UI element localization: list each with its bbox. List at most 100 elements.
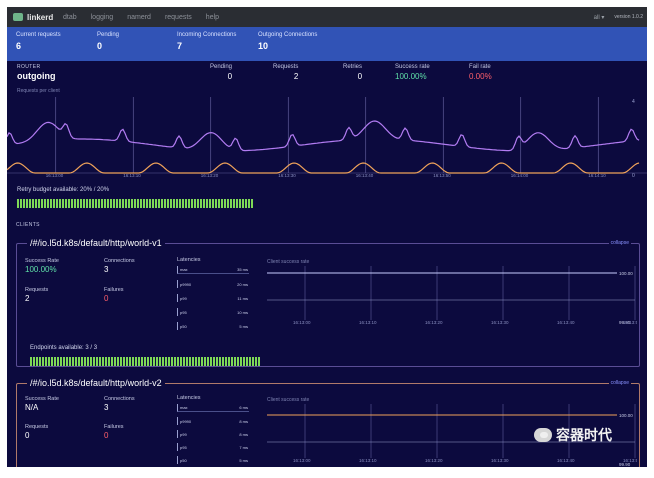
chart-tick-label: 16:13:30 xyxy=(491,320,509,325)
stat-value: 7 xyxy=(177,41,183,51)
chart-tick-label: 16:13:10 xyxy=(123,173,141,178)
bar-segment xyxy=(41,199,43,208)
latency-key: p95 xyxy=(180,309,187,315)
chart-tick-labels: 16:13:00 16:13:10 16:13:20 16:13:30 16:13:40… xyxy=(293,458,637,463)
bar-segment xyxy=(156,357,158,366)
nav-item-help[interactable]: help xyxy=(206,14,219,21)
bar-segment xyxy=(251,199,253,208)
bar-segment xyxy=(122,199,124,208)
latency-key: max xyxy=(180,405,188,410)
chevron-down-icon: ▾ xyxy=(601,14,605,21)
stat-value: 100.00% xyxy=(395,72,427,81)
requests-metric: Requests 0 xyxy=(25,424,48,440)
chart-tick-label: 16:13:50 xyxy=(623,458,637,463)
chart-tick-label: 16:13:30 xyxy=(491,458,509,463)
nav-item-namerd[interactable]: namerd xyxy=(127,14,151,21)
bar-segment xyxy=(146,199,148,208)
stat-value: 0 xyxy=(357,72,363,81)
metric-label: Connections xyxy=(104,258,135,264)
bar-segment xyxy=(120,357,122,366)
bar-segment xyxy=(36,357,38,366)
endpoints-bar-fill xyxy=(30,357,260,366)
router-section: ROUTER outgoing Pending 0 Requests 2 Ret… xyxy=(7,61,647,85)
success-rate-metric: Success Rate 100.00% xyxy=(25,258,59,274)
nav-item-logging[interactable]: logging xyxy=(91,14,114,21)
bar-segment xyxy=(209,199,211,208)
bar-segment xyxy=(113,199,115,208)
bar-segment xyxy=(60,357,62,366)
collapse-button[interactable]: collapse xyxy=(608,240,631,246)
bar-segment xyxy=(101,199,103,208)
bar-segment xyxy=(249,357,251,366)
bar-segment xyxy=(252,357,254,366)
failures-metric: Failures 0 xyxy=(104,424,124,440)
collapse-button[interactable]: collapse xyxy=(608,380,631,386)
bar-segment xyxy=(200,199,202,208)
chart-tick-label: 16:13:10 xyxy=(359,320,377,325)
metric-label: Failures xyxy=(104,287,124,293)
bar-segment xyxy=(63,357,65,366)
retry-budget-label: Retry budget available: 20% / 20% xyxy=(17,187,110,193)
bar-segment xyxy=(75,357,77,366)
stat-label: Retries xyxy=(343,64,363,70)
bar-segment xyxy=(158,199,160,208)
bar-segment xyxy=(162,357,164,366)
bar-segment xyxy=(189,357,191,366)
latency-key: p9990 xyxy=(180,418,192,424)
latency-row-p50: p50 5 ms xyxy=(177,456,249,464)
latency-row-p9990: p9990 20 ms xyxy=(177,280,249,288)
bar-segment xyxy=(180,357,182,366)
bar-segment xyxy=(171,357,173,366)
bar-segment xyxy=(219,357,221,366)
router-success-rate-stat: Success rate 100.00% xyxy=(395,64,430,81)
latency-key: p99 xyxy=(180,295,187,301)
router-select[interactable]: all ▾ xyxy=(594,14,605,21)
stat-label: Pending xyxy=(97,32,120,38)
router-pending-stat: Pending 0 xyxy=(210,64,232,81)
nav-item-dtab[interactable]: dtab xyxy=(63,14,77,21)
bar-segment xyxy=(90,357,92,366)
requests-metric: Requests 2 xyxy=(25,287,48,303)
stat-value: 6 xyxy=(16,41,22,51)
bar-segment xyxy=(128,199,130,208)
connections-metric: Connections 3 xyxy=(104,396,135,412)
metric-value: 0 xyxy=(104,431,109,440)
router-select-value: all xyxy=(593,14,600,21)
bar-segment xyxy=(153,357,155,366)
bar-segment xyxy=(59,199,61,208)
outgoing-connections-stat: Outgoing Connections 10 xyxy=(258,32,317,51)
bar-segment xyxy=(131,199,133,208)
latency-row-max: max 6 ms xyxy=(177,404,249,412)
latencies-title: Latencies xyxy=(177,257,201,263)
bar-segment xyxy=(173,199,175,208)
metric-label: Success Rate xyxy=(25,396,59,402)
metric-value: 0 xyxy=(104,294,109,303)
router-fail-rate-stat: Fail rate 0.00% xyxy=(469,64,492,81)
bar-segment xyxy=(107,199,109,208)
bar-segment xyxy=(218,199,220,208)
linkerd-logo[interactable]: linkerd xyxy=(13,13,63,22)
bar-segment xyxy=(147,357,149,366)
bar-segment xyxy=(167,199,169,208)
bar-segment xyxy=(53,199,55,208)
bar-segment xyxy=(228,357,230,366)
nav-item-requests[interactable]: requests xyxy=(165,14,192,21)
bar-segment xyxy=(99,357,101,366)
success-rate-metric: Success Rate N/A xyxy=(25,396,59,412)
bar-segment xyxy=(39,357,41,366)
bar-segment xyxy=(141,357,143,366)
bar-segment xyxy=(206,199,208,208)
router-name: outgoing xyxy=(17,71,56,81)
bar-segment xyxy=(117,357,119,366)
latency-value: 10 ms xyxy=(237,309,248,315)
bar-segment xyxy=(140,199,142,208)
bar-segment xyxy=(177,357,179,366)
latency-key: max xyxy=(180,267,188,272)
bar-segment xyxy=(81,357,83,366)
endpoints-label: Endpoints available: 3 / 3 xyxy=(30,345,98,351)
chart-tick-labels: 16:13:00 16:13:10 16:13:20 16:13:30 16:13:40… xyxy=(46,173,607,178)
bar-segment xyxy=(258,357,260,366)
bar-segment xyxy=(246,357,248,366)
bar-segment xyxy=(150,357,152,366)
chart-tick-label: 16:13:40 xyxy=(557,320,575,325)
